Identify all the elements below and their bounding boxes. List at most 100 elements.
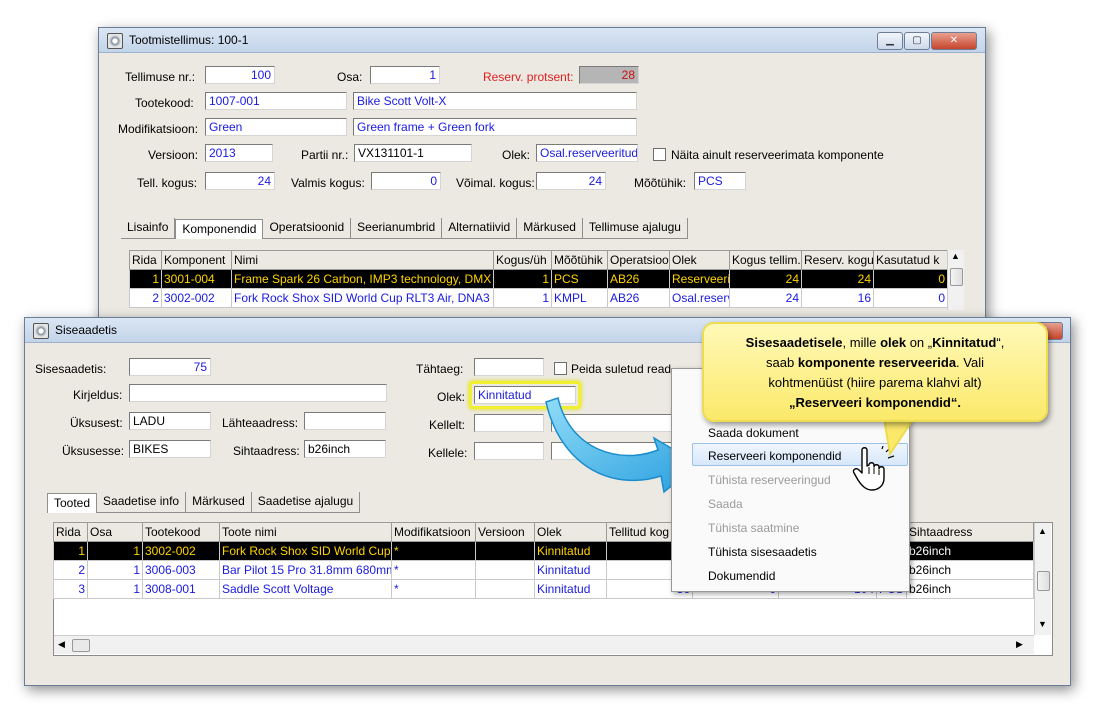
modification-label: Modifikatsioon: xyxy=(118,122,199,136)
scroll-up-icon[interactable]: ▲ xyxy=(951,251,960,261)
cell: 3006-003 xyxy=(142,560,220,580)
components-scrollbar[interactable]: ▲ xyxy=(947,250,964,310)
table-row[interactable]: 1 3001-004 Frame Spark 26 Carbon, IMP3 t… xyxy=(129,269,948,289)
from-field[interactable] xyxy=(474,414,544,432)
col-header[interactable]: Kogus/üh xyxy=(493,250,552,270)
tab-operatsioonid[interactable]: Operatsioonid xyxy=(263,218,352,238)
status-label: Olek: xyxy=(437,390,466,404)
to-unit-field[interactable]: BIKES xyxy=(129,440,211,458)
only-unreserved-checkbox[interactable] xyxy=(653,148,666,161)
tab-alternatiivid[interactable]: Alternatiivid xyxy=(442,218,518,238)
scroll-thumb[interactable] xyxy=(72,639,90,652)
col-header[interactable]: Osa xyxy=(87,522,143,542)
maximize-button[interactable]: ▢ xyxy=(904,32,930,50)
cell: b26inch xyxy=(906,579,1034,599)
col-header[interactable]: Mõõtühik xyxy=(551,250,608,270)
modification-desc-field[interactable]: Green frame + Green fork xyxy=(353,118,637,136)
col-header[interactable]: Toote nimi xyxy=(219,522,392,542)
cell: Frame Spark 26 Carbon, IMP3 technology, … xyxy=(231,269,494,289)
menu-item-reserveeri-komponendid[interactable]: Reserveeri komponendid xyxy=(708,449,841,463)
col-header[interactable]: Rida xyxy=(129,250,162,270)
callout-line-2: saab komponente reserveerida. Vali xyxy=(766,355,984,370)
menu-item-tuhista-saatmine[interactable]: Tühista saatmine xyxy=(708,521,799,535)
tab-tellimuse-ajalugu[interactable]: Tellimuse ajalugu xyxy=(583,218,688,238)
products-vscrollbar[interactable]: ▲ ▼ xyxy=(1034,523,1051,635)
to-field[interactable] xyxy=(474,442,544,460)
menu-item-saada-dokument[interactable]: Saada dokument xyxy=(708,426,799,440)
cell: 3001-004 xyxy=(161,269,232,289)
tab-lisainfo[interactable]: Lisainfo xyxy=(121,218,176,238)
tab-saadetise-info[interactable]: Saadetise info xyxy=(97,492,187,512)
desc-field[interactable] xyxy=(129,384,387,402)
to-label: Kellele: xyxy=(428,446,468,460)
cell: 16 xyxy=(801,288,874,308)
tab-markused[interactable]: Märkused xyxy=(517,218,583,238)
cell: AB26 xyxy=(607,269,670,289)
version-field[interactable]: 2013 xyxy=(205,144,273,162)
scroll-down-icon[interactable]: ▼ xyxy=(1038,619,1047,629)
minimize-button[interactable]: ▁ xyxy=(877,32,903,50)
title-bar[interactable]: Tootmistellimus: 100-1 ▁ ▢ ✕ xyxy=(99,28,985,53)
cell: 1 xyxy=(53,541,88,561)
dst-addr-field[interactable]: b26inch xyxy=(304,440,386,458)
col-header[interactable]: Rida xyxy=(53,522,88,542)
tab-saadetise-ajalugu[interactable]: Saadetise ajalugu xyxy=(252,492,361,512)
scroll-up-icon[interactable]: ▲ xyxy=(1038,526,1047,536)
scroll-left-icon[interactable]: ◀ xyxy=(58,639,65,650)
menu-item-tuhista-reserveeringud[interactable]: Tühista reserveeringud xyxy=(708,473,831,487)
unit-label: Mõõtühik: xyxy=(634,176,687,190)
col-header[interactable]: Sihtaadress xyxy=(906,522,1034,542)
scroll-right-icon[interactable]: ▶ xyxy=(1016,639,1023,650)
cell: 3002-002 xyxy=(142,541,220,561)
col-header[interactable]: Komponent xyxy=(161,250,232,270)
col-header[interactable]: Olek xyxy=(669,250,730,270)
col-header[interactable]: Operatsioo xyxy=(607,250,670,270)
tab-seerianumbrid[interactable]: Seerianumbrid xyxy=(351,218,443,238)
menu-item-tuhista-sisesaadetis[interactable]: Tühista sisesaadetis xyxy=(708,545,817,559)
callout-line-1: Sisesaadetisele, mille olek on „Kinnitat… xyxy=(745,335,1005,350)
col-header[interactable]: Modifikatsioon xyxy=(391,522,476,542)
col-header[interactable]: Nimi xyxy=(231,250,494,270)
product-name-field[interactable]: Bike Scott Volt-X xyxy=(353,92,637,110)
from-unit-field[interactable]: LADU xyxy=(129,412,211,430)
products-hscrollbar[interactable]: ◀ ▶ xyxy=(54,635,1034,654)
col-header[interactable]: Kogus tellim. xyxy=(729,250,802,270)
menu-item-saada[interactable]: Saada xyxy=(708,497,743,511)
ordered-qty-field[interactable]: 24 xyxy=(205,172,275,190)
hide-closed-checkbox[interactable] xyxy=(554,362,567,375)
doc-field[interactable]: 75 xyxy=(129,358,211,376)
cell: * xyxy=(391,579,476,599)
tab-tooted[interactable]: Tooted xyxy=(47,493,98,513)
col-header[interactable]: Tootekood xyxy=(142,522,220,542)
col-header[interactable]: Olek xyxy=(534,522,607,542)
src-addr-field[interactable] xyxy=(304,412,386,430)
app-gear-icon xyxy=(33,323,49,339)
cell: 24 xyxy=(729,269,802,289)
menu-item-dokumendid[interactable]: Dokumendid xyxy=(708,569,775,583)
scroll-thumb[interactable] xyxy=(950,268,963,286)
order-no-field[interactable]: 100 xyxy=(205,66,275,84)
desc-label: Kirjeldus: xyxy=(73,388,123,402)
components-table: Rida Komponent Nimi Kogus/üh Mõõtühik Op… xyxy=(129,250,948,308)
part-field[interactable]: 1 xyxy=(370,66,440,84)
cell: b26inch xyxy=(906,541,1034,561)
close-button[interactable]: ✕ xyxy=(931,32,977,50)
done-qty-label: Valmis kogus: xyxy=(291,176,365,190)
col-header[interactable]: Versioon xyxy=(475,522,535,542)
table-row[interactable]: 2 3002-002 Fork Rock Shox SID World Cup … xyxy=(129,288,948,308)
tab-markused[interactable]: Märkused xyxy=(186,492,252,512)
possible-qty-label: Võimal. kogus: xyxy=(456,176,535,190)
product-code-label: Tootekood: xyxy=(135,96,194,110)
batch-field[interactable]: VX131101-1 xyxy=(354,144,472,162)
product-code-field[interactable]: 1007-001 xyxy=(205,92,347,110)
hide-closed-label: Peida suletud read xyxy=(571,362,672,376)
modification-field[interactable]: Green xyxy=(205,118,347,136)
col-header[interactable]: Kasutatud k xyxy=(873,250,948,270)
due-field[interactable] xyxy=(474,358,544,376)
cell: 3 xyxy=(53,579,88,599)
scroll-thumb[interactable] xyxy=(1037,571,1050,591)
col-header[interactable]: Reserv. kogu xyxy=(801,250,874,270)
tab-komponendid[interactable]: Komponendid xyxy=(175,219,264,239)
cell: b26inch xyxy=(906,560,1034,580)
unit-field[interactable]: PCS xyxy=(694,172,746,190)
